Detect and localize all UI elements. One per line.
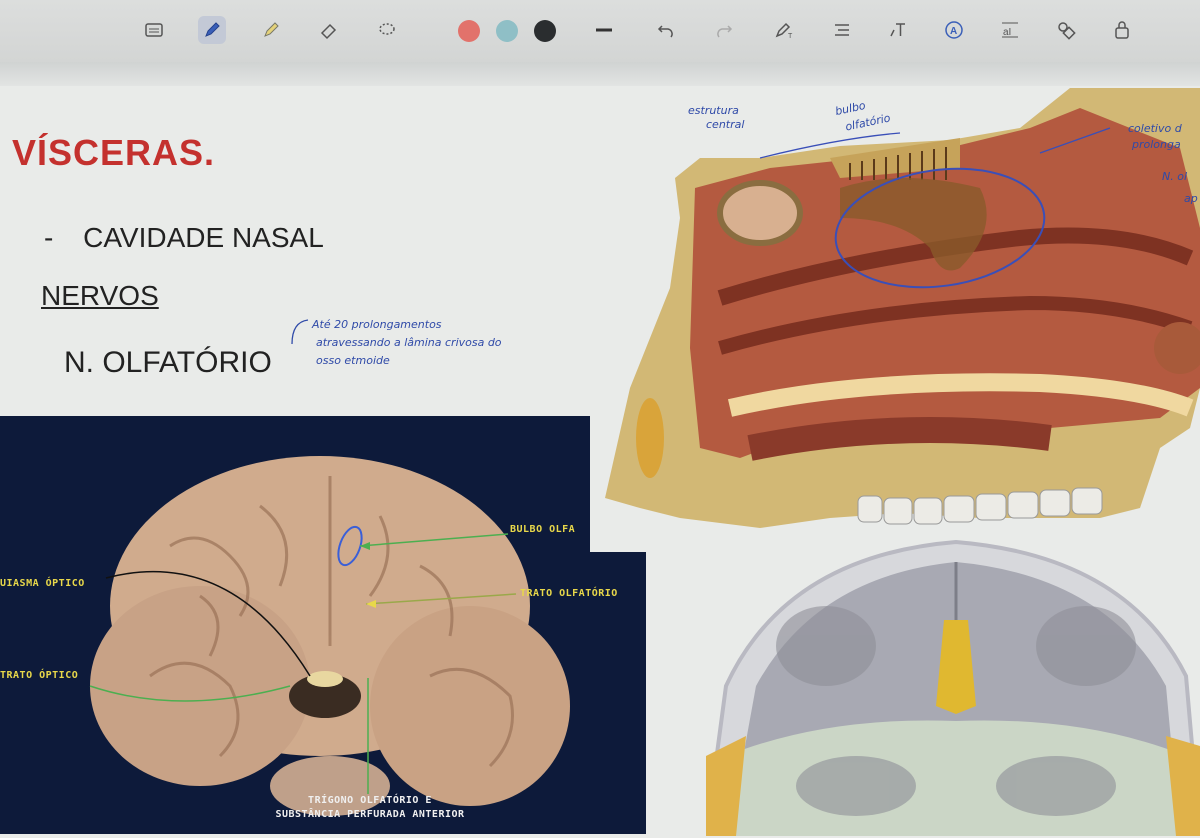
color-swatch-teal[interactable] [496, 20, 518, 42]
keyboard-icon[interactable] [140, 16, 168, 44]
lock-icon[interactable] [1108, 16, 1136, 44]
label-bulbo-olfatorio: BULBO OLFA [510, 524, 576, 535]
lasso-icon[interactable] [373, 16, 401, 44]
align-icon[interactable] [828, 16, 856, 44]
brain-image [89, 456, 570, 816]
annotation-struct-1: estrutura [688, 104, 739, 117]
text-box-icon[interactable]: aI [996, 16, 1024, 44]
pen-text-icon[interactable]: T [770, 16, 798, 44]
eraser-icon[interactable] [315, 16, 343, 44]
annotation-struct-2: central [706, 118, 745, 131]
label-quiasma-optico: UIASMA ÓPTICO [0, 578, 85, 589]
bullet-dash: - [44, 222, 54, 253]
redo-icon[interactable] [710, 16, 738, 44]
svg-text:aI: aI [1003, 27, 1011, 38]
bullet-text: CAVIDADE NASAL [83, 222, 324, 253]
toolbar: T A aI [0, 0, 1200, 62]
brain-caption: TRÍGONO OLFATÓRIO E SUBSTÂNCIA PERFURADA… [250, 794, 490, 822]
undo-icon[interactable] [652, 16, 680, 44]
color-swatch-black[interactable] [534, 20, 556, 42]
nerve-name: N. OLFATÓRIO [64, 346, 272, 379]
annotation-right-4: ap [1184, 192, 1198, 205]
pen-icon[interactable] [198, 16, 226, 44]
caption-line-1: TRÍGONO OLFATÓRIO E [308, 795, 432, 806]
label-trato-optico: TRATO ÓPTICO [0, 670, 79, 681]
caption-line-2: SUBSTÂNCIA PERFURADA ANTERIOR [275, 809, 465, 820]
annotation-right-1: coletivo d [1128, 122, 1182, 135]
text-tool-icon[interactable] [884, 16, 912, 44]
label-trato-olfatorio: TRATO OLFATÓRIO [520, 588, 618, 599]
handwritten-note-1: Até 20 prolongamentos [312, 318, 442, 331]
svg-text:A: A [950, 26, 957, 37]
highlighter-icon[interactable] [257, 16, 285, 44]
canvas-top-edge [0, 62, 1200, 86]
shapes-icon[interactable] [1052, 16, 1080, 44]
annotation-right-3: N. ol [1162, 170, 1188, 183]
handwritten-note-3: osso etmoide [316, 354, 390, 367]
slide-title: VÍSCERAS. [12, 132, 216, 173]
color-swatch-red[interactable] [458, 20, 480, 42]
handwritten-note-2: atravessando a lâmina crivosa do [316, 336, 502, 349]
nasal-cavity-image [600, 88, 1200, 528]
section-heading: NERVOS [41, 280, 159, 311]
cranial-base-image [706, 539, 1200, 836]
svg-text:T: T [788, 33, 793, 40]
text-circle-icon[interactable]: A [940, 16, 968, 44]
annotation-right-2: prolonga [1132, 138, 1181, 151]
line-width-icon[interactable] [590, 16, 618, 44]
bullet-line: - CAVIDADE NASAL [44, 222, 324, 254]
